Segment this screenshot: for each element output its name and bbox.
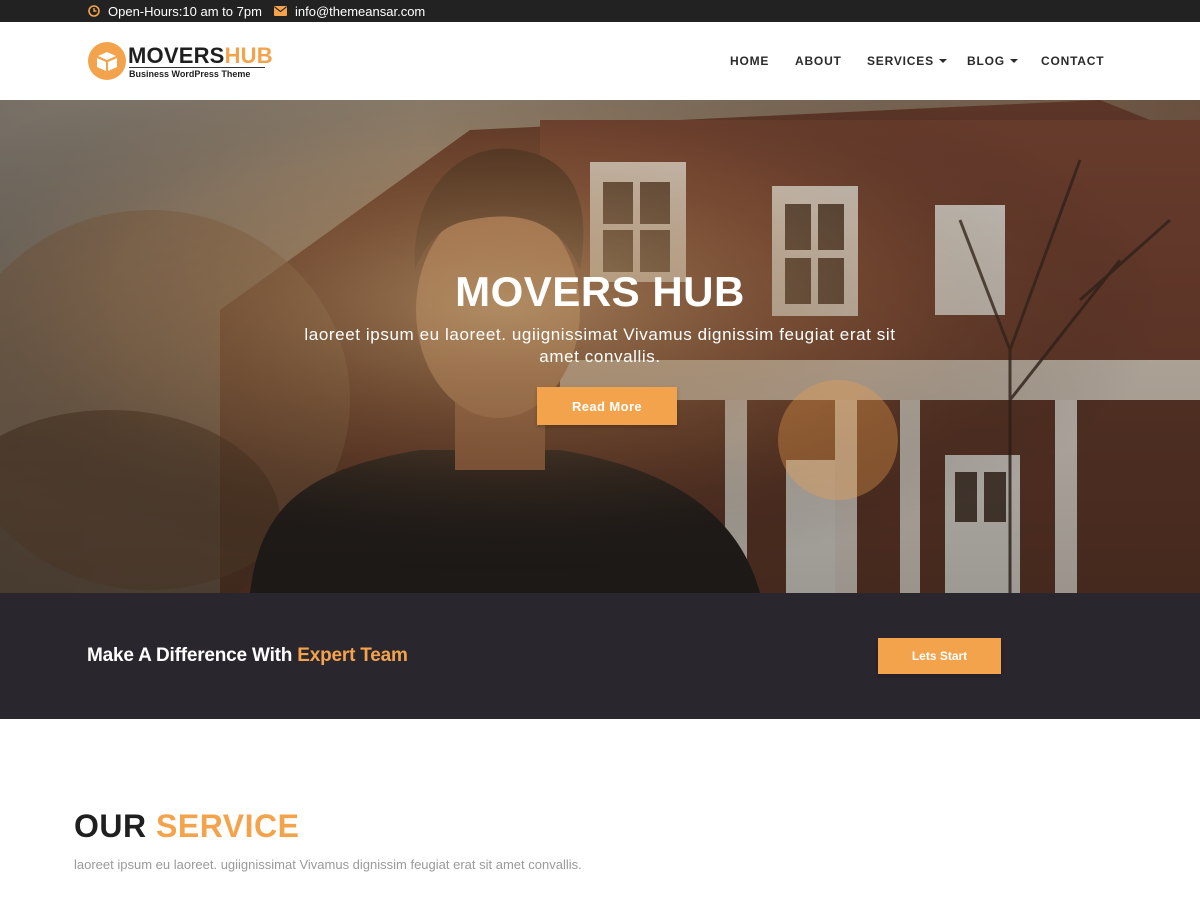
nav-about-label: ABOUT [795,54,842,68]
cta-heading: Make A Difference With Expert Team [87,645,408,667]
nav-contact[interactable]: CONTACT [1041,22,1104,100]
cta-heading-text: Make A Difference With [87,645,298,666]
open-hours: Open-Hours:10 am to 7pm [88,0,262,22]
nav-blog-label: BLOG [967,54,1005,68]
nav-home-label: HOME [730,54,770,68]
read-more-button[interactable]: Read More [537,387,677,425]
logo-tagline: Business WordPress Theme [129,69,251,79]
logo-word-hub: HUB [224,43,273,68]
site-header: MOVERSHUB Business WordPress Theme HOME … [0,22,1200,100]
chevron-down-icon [1009,59,1018,63]
service-title-our: OUR [74,808,156,844]
service-section-subtitle: laoreet ipsum eu laoreet. ugiignissimat … [74,857,582,872]
mail-icon [274,6,287,16]
nav-home[interactable]: HOME [730,22,769,100]
site-logo[interactable]: MOVERSHUB Business WordPress Theme [88,42,273,82]
nav-blog[interactable]: BLOG [967,22,1018,100]
logo-word-movers: MOVERS [128,43,225,68]
lets-start-button[interactable]: Lets Start [878,638,1001,674]
hero-subtitle: laoreet ipsum eu laoreet. ugiignissimat … [304,325,896,366]
nav-services[interactable]: SERVICES [867,22,947,100]
cta-heading-highlight: Expert Team [297,645,408,666]
chevron-down-icon [938,59,947,63]
logo-divider [129,67,265,68]
hero-banner: MOVERS HUB laoreet ipsum eu laoreet. ugi… [0,100,1200,593]
service-title-service: SERVICE [156,808,300,844]
nav-contact-label: CONTACT [1041,54,1105,68]
clock-icon [88,5,100,17]
logo-wordmark: MOVERSHUB [128,43,273,69]
open-hours-text: Open-Hours:10 am to 7pm [108,3,262,19]
nav-about[interactable]: ABOUT [795,22,842,100]
service-section-title: OUR SERVICE [74,808,299,845]
hero-title: MOVERS HUB [455,268,745,315]
contact-email[interactable]: info@themeansar.com [274,0,425,22]
nav-services-label: SERVICES [867,54,934,68]
contact-email-text[interactable]: info@themeansar.com [295,4,425,19]
top-bar: Open-Hours:10 am to 7pm info@themeansar.… [0,0,1200,22]
cta-band: Make A Difference With Expert Team Lets … [0,593,1200,719]
logo-box-icon [88,42,126,80]
